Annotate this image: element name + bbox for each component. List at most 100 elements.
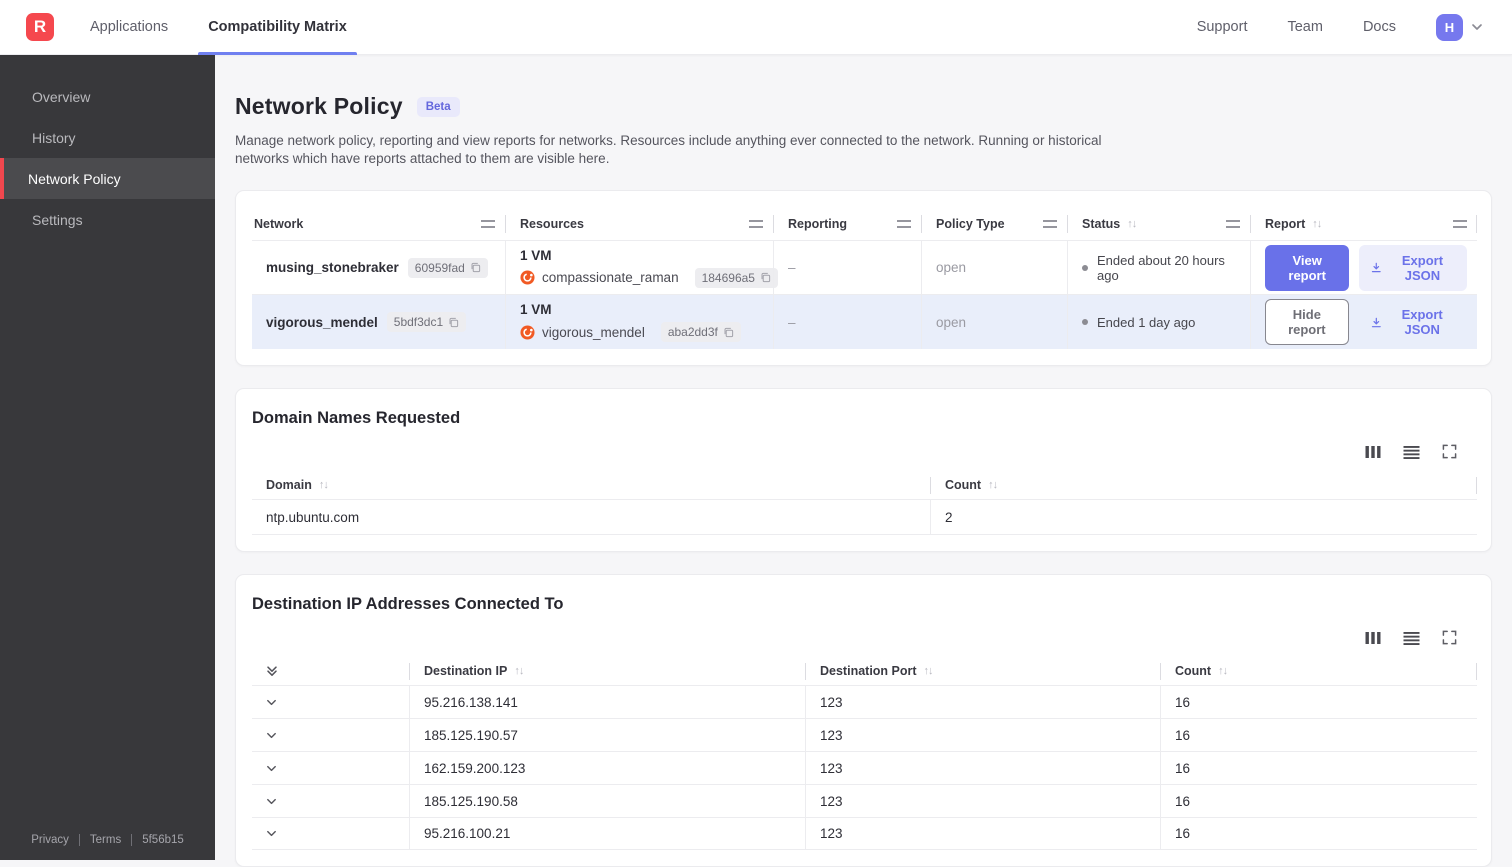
card-title: Domain Names Requested — [252, 409, 1475, 428]
column-header-network: Network — [252, 215, 505, 233]
columns-icon[interactable] — [1365, 445, 1381, 459]
link-docs[interactable]: Docs — [1363, 19, 1396, 35]
vm-id-badge[interactable]: aba2dd3f — [661, 322, 741, 342]
network-id: 60959fad — [415, 261, 465, 275]
sort-icon[interactable]: ↑↓ — [1218, 665, 1227, 677]
table-row: ntp.ubuntu.com 2 — [252, 499, 1477, 535]
sort-icon[interactable]: ↑↓ — [514, 665, 523, 677]
export-json-button[interactable]: Export JSON — [1359, 299, 1467, 345]
sort-icon[interactable]: ↑↓ — [924, 665, 933, 677]
table-row: 185.125.190.58 123 16 — [252, 784, 1477, 817]
column-label: Count — [1175, 664, 1211, 678]
column-label: Count — [945, 478, 981, 492]
destination-ip-cell: 162.159.200.123 — [409, 752, 805, 784]
column-label: Destination IP — [424, 664, 507, 678]
table-row: 162.159.200.123 123 16 — [252, 751, 1477, 784]
avatar[interactable]: H — [1436, 14, 1463, 41]
vm-id-badge[interactable]: 184696a5 — [695, 268, 778, 288]
column-drag-handle[interactable] — [481, 220, 495, 228]
double-chevron-icon[interactable] — [265, 664, 279, 678]
sidebar: Overview History Network Policy Settings… — [0, 55, 215, 860]
export-json-label: Export JSON — [1389, 307, 1455, 337]
export-json-button[interactable]: Export JSON — [1359, 245, 1467, 291]
chevron-down-icon[interactable] — [265, 762, 278, 775]
policy-type-cell: open — [921, 241, 1067, 294]
network-cell: musing_stonebraker 60959fad — [252, 241, 505, 294]
column-header-destination-ip: Destination IP ↑↓ — [409, 663, 805, 680]
chevron-down-icon[interactable] — [265, 795, 278, 808]
tab-applications[interactable]: Applications — [90, 0, 168, 55]
expand-cell — [252, 785, 409, 817]
density-icon[interactable] — [1403, 445, 1420, 459]
status-text: Ended 1 day ago — [1097, 315, 1195, 330]
expand-cell — [252, 818, 409, 849]
hide-report-button[interactable]: Hide report — [1265, 299, 1349, 345]
network-name: vigorous_mendel — [266, 315, 378, 330]
reporting-cell: – — [773, 241, 921, 294]
vm-logo-icon — [520, 325, 535, 340]
link-team[interactable]: Team — [1287, 19, 1322, 35]
column-drag-handle[interactable] — [1043, 220, 1057, 228]
chevron-down-icon[interactable] — [265, 696, 278, 709]
beta-badge: Beta — [417, 97, 460, 117]
column-label: Domain — [266, 478, 312, 492]
fullscreen-icon[interactable] — [1442, 630, 1457, 645]
chevron-down-icon[interactable] — [1470, 20, 1484, 34]
sidebar-item-network-policy[interactable]: Network Policy — [0, 158, 215, 199]
sidebar-item-settings[interactable]: Settings — [0, 199, 215, 240]
top-nav: Applications Compatibility Matrix — [90, 0, 387, 55]
vm-id: aba2dd3f — [668, 325, 718, 339]
column-header-count: Count ↑↓ — [1160, 663, 1477, 680]
report-cell: Hide report Export JSON — [1250, 295, 1477, 349]
column-label: Network — [254, 217, 303, 231]
networks-table: Network Resources Reporting Policy Type … — [252, 207, 1477, 349]
column-header-resources: Resources — [505, 215, 773, 233]
sort-icon[interactable]: ↑↓ — [319, 479, 328, 491]
count-cell: 16 — [1160, 818, 1477, 849]
sort-icon[interactable]: ↑↓ — [988, 479, 997, 491]
download-icon — [1371, 261, 1382, 274]
column-drag-handle[interactable] — [1453, 220, 1467, 228]
column-header-expand-all — [252, 663, 409, 680]
column-drag-handle[interactable] — [1226, 220, 1240, 228]
copy-icon — [470, 262, 481, 273]
page-title: Network Policy — [235, 93, 403, 120]
columns-icon[interactable] — [1365, 631, 1381, 645]
sort-icon[interactable]: ↑↓ — [1312, 218, 1321, 230]
destination-port-cell: 123 — [805, 686, 1160, 718]
terms-link[interactable]: Terms — [90, 834, 121, 846]
destination-ip-cell: 95.216.138.141 — [409, 686, 805, 718]
column-drag-handle[interactable] — [749, 220, 763, 228]
column-label: Destination Port — [820, 664, 917, 678]
sidebar-item-history[interactable]: History — [0, 117, 215, 158]
divider — [1476, 215, 1477, 233]
network-id-badge[interactable]: 5bdf3dc1 — [387, 312, 466, 332]
tab-compatibility-matrix[interactable]: Compatibility Matrix — [208, 0, 347, 55]
network-id-badge[interactable]: 60959fad — [408, 258, 488, 278]
column-drag-handle[interactable] — [897, 220, 911, 228]
privacy-link[interactable]: Privacy — [31, 834, 69, 846]
view-report-button[interactable]: View report — [1265, 245, 1349, 291]
table-row: musing_stonebraker 60959fad 1 VM compass… — [252, 241, 1477, 295]
expand-cell — [252, 752, 409, 784]
column-header-policy-type: Policy Type — [921, 215, 1067, 233]
sidebar-footer: Privacy Terms 5f56b15 — [0, 826, 215, 854]
table-row: 185.125.190.57 123 16 — [252, 718, 1477, 751]
divider — [131, 834, 132, 846]
count-cell: 2 — [930, 500, 1477, 534]
resources-cell: 1 VM compassionate_raman 184696a5 — [505, 241, 773, 294]
domains-card: Domain Names Requested Domain ↑↓ Count ↑… — [235, 388, 1492, 552]
column-header-reporting: Reporting — [773, 215, 921, 233]
expand-cell — [252, 719, 409, 751]
sidebar-item-overview[interactable]: Overview — [0, 76, 215, 117]
sort-icon[interactable]: ↑↓ — [1127, 218, 1136, 230]
fullscreen-icon[interactable] — [1442, 444, 1457, 459]
chevron-down-icon[interactable] — [265, 827, 278, 840]
divider — [1476, 663, 1477, 680]
density-icon[interactable] — [1403, 631, 1420, 645]
chevron-down-icon[interactable] — [265, 729, 278, 742]
app-logo[interactable]: R — [26, 13, 54, 41]
destination-port-cell: 123 — [805, 719, 1160, 751]
table-row: 95.216.100.21 123 16 — [252, 817, 1477, 850]
link-support[interactable]: Support — [1197, 19, 1248, 35]
